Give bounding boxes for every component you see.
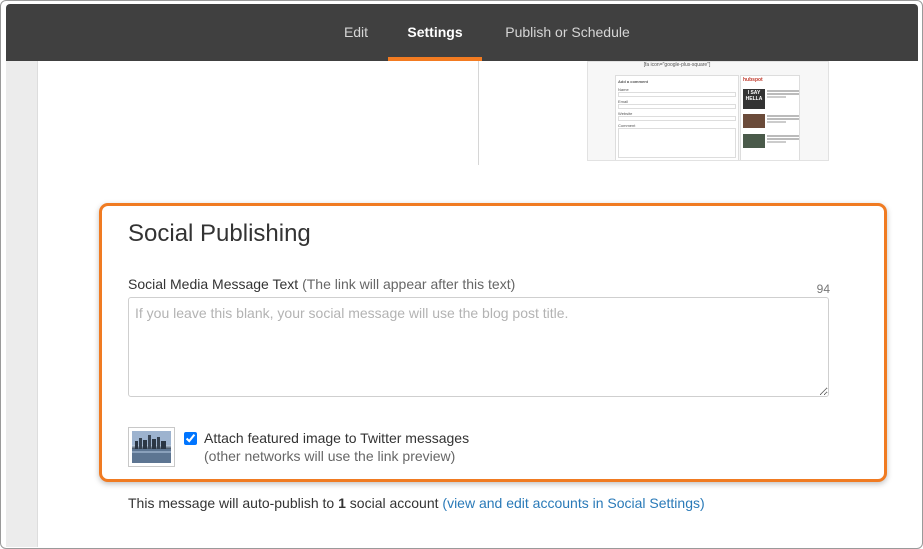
column-divider: [478, 61, 479, 165]
featured-image-thumbnail: [128, 427, 175, 467]
post-preview-thumbnail: [fa icon="google-plus-square"] Add a com…: [587, 61, 829, 161]
preview-post-excerpt: [767, 134, 799, 148]
preview-post-excerpt: [767, 114, 799, 128]
preview-post-thumb: [743, 134, 765, 148]
message-label-hint: (The link will appear after this text): [302, 276, 516, 292]
social-publishing-panel: Social Publishing Social Media Message T…: [99, 203, 887, 482]
preview-form-field: [618, 128, 736, 158]
tab-settings[interactable]: Settings: [388, 4, 482, 61]
preview-shortcode: [fa icon="google-plus-square"]: [643, 62, 711, 68]
social-settings-link[interactable]: (view and edit accounts in Social Settin…: [442, 495, 704, 511]
active-tab-indicator: [388, 57, 482, 61]
social-message-textarea[interactable]: [128, 297, 829, 397]
social-account-count: 1: [338, 495, 346, 511]
character-count: 94: [816, 282, 830, 296]
preview-post-thumb: [743, 114, 765, 128]
preview-form-field: [618, 104, 736, 109]
auto-publish-suffix: social account: [349, 495, 439, 511]
auto-publish-prefix: This message will auto-publish to: [128, 495, 335, 511]
skyline-svg: [132, 431, 171, 463]
preview-form-field: [618, 92, 736, 97]
auto-publish-note: This message will auto-publish to 1 soci…: [128, 495, 705, 511]
message-field-label: Social Media Message Text (The link will…: [128, 276, 515, 292]
left-gutter: [6, 61, 38, 547]
section-title: Social Publishing: [128, 220, 311, 247]
city-skyline-image: [132, 431, 171, 463]
preview-sidebar: hubspot I SAY HELLA: [740, 75, 800, 160]
top-navigation: Edit Settings Publish or Schedule: [6, 4, 918, 61]
preview-form-field: [618, 116, 736, 121]
app-window: Edit Settings Publish or Schedule [fa ic…: [0, 0, 923, 549]
tab-edit[interactable]: Edit: [326, 4, 386, 61]
preview-form-title: Add a comment: [618, 79, 649, 84]
preview-comment-form: Add a comment Name Email Website Comment: [615, 75, 739, 160]
attach-image-checkbox[interactable]: [184, 432, 197, 445]
message-label-text: Social Media Message Text: [128, 276, 299, 292]
preview-logo: hubspot: [743, 77, 763, 83]
tab-publish-or-schedule[interactable]: Publish or Schedule: [486, 4, 649, 61]
preview-post-thumb: I SAY HELLA: [743, 89, 765, 109]
attach-image-label[interactable]: Attach featured image to Twitter message…: [204, 430, 469, 446]
preview-post-excerpt: [767, 89, 799, 103]
attach-image-sublabel: (other networks will use the link previe…: [204, 448, 456, 464]
